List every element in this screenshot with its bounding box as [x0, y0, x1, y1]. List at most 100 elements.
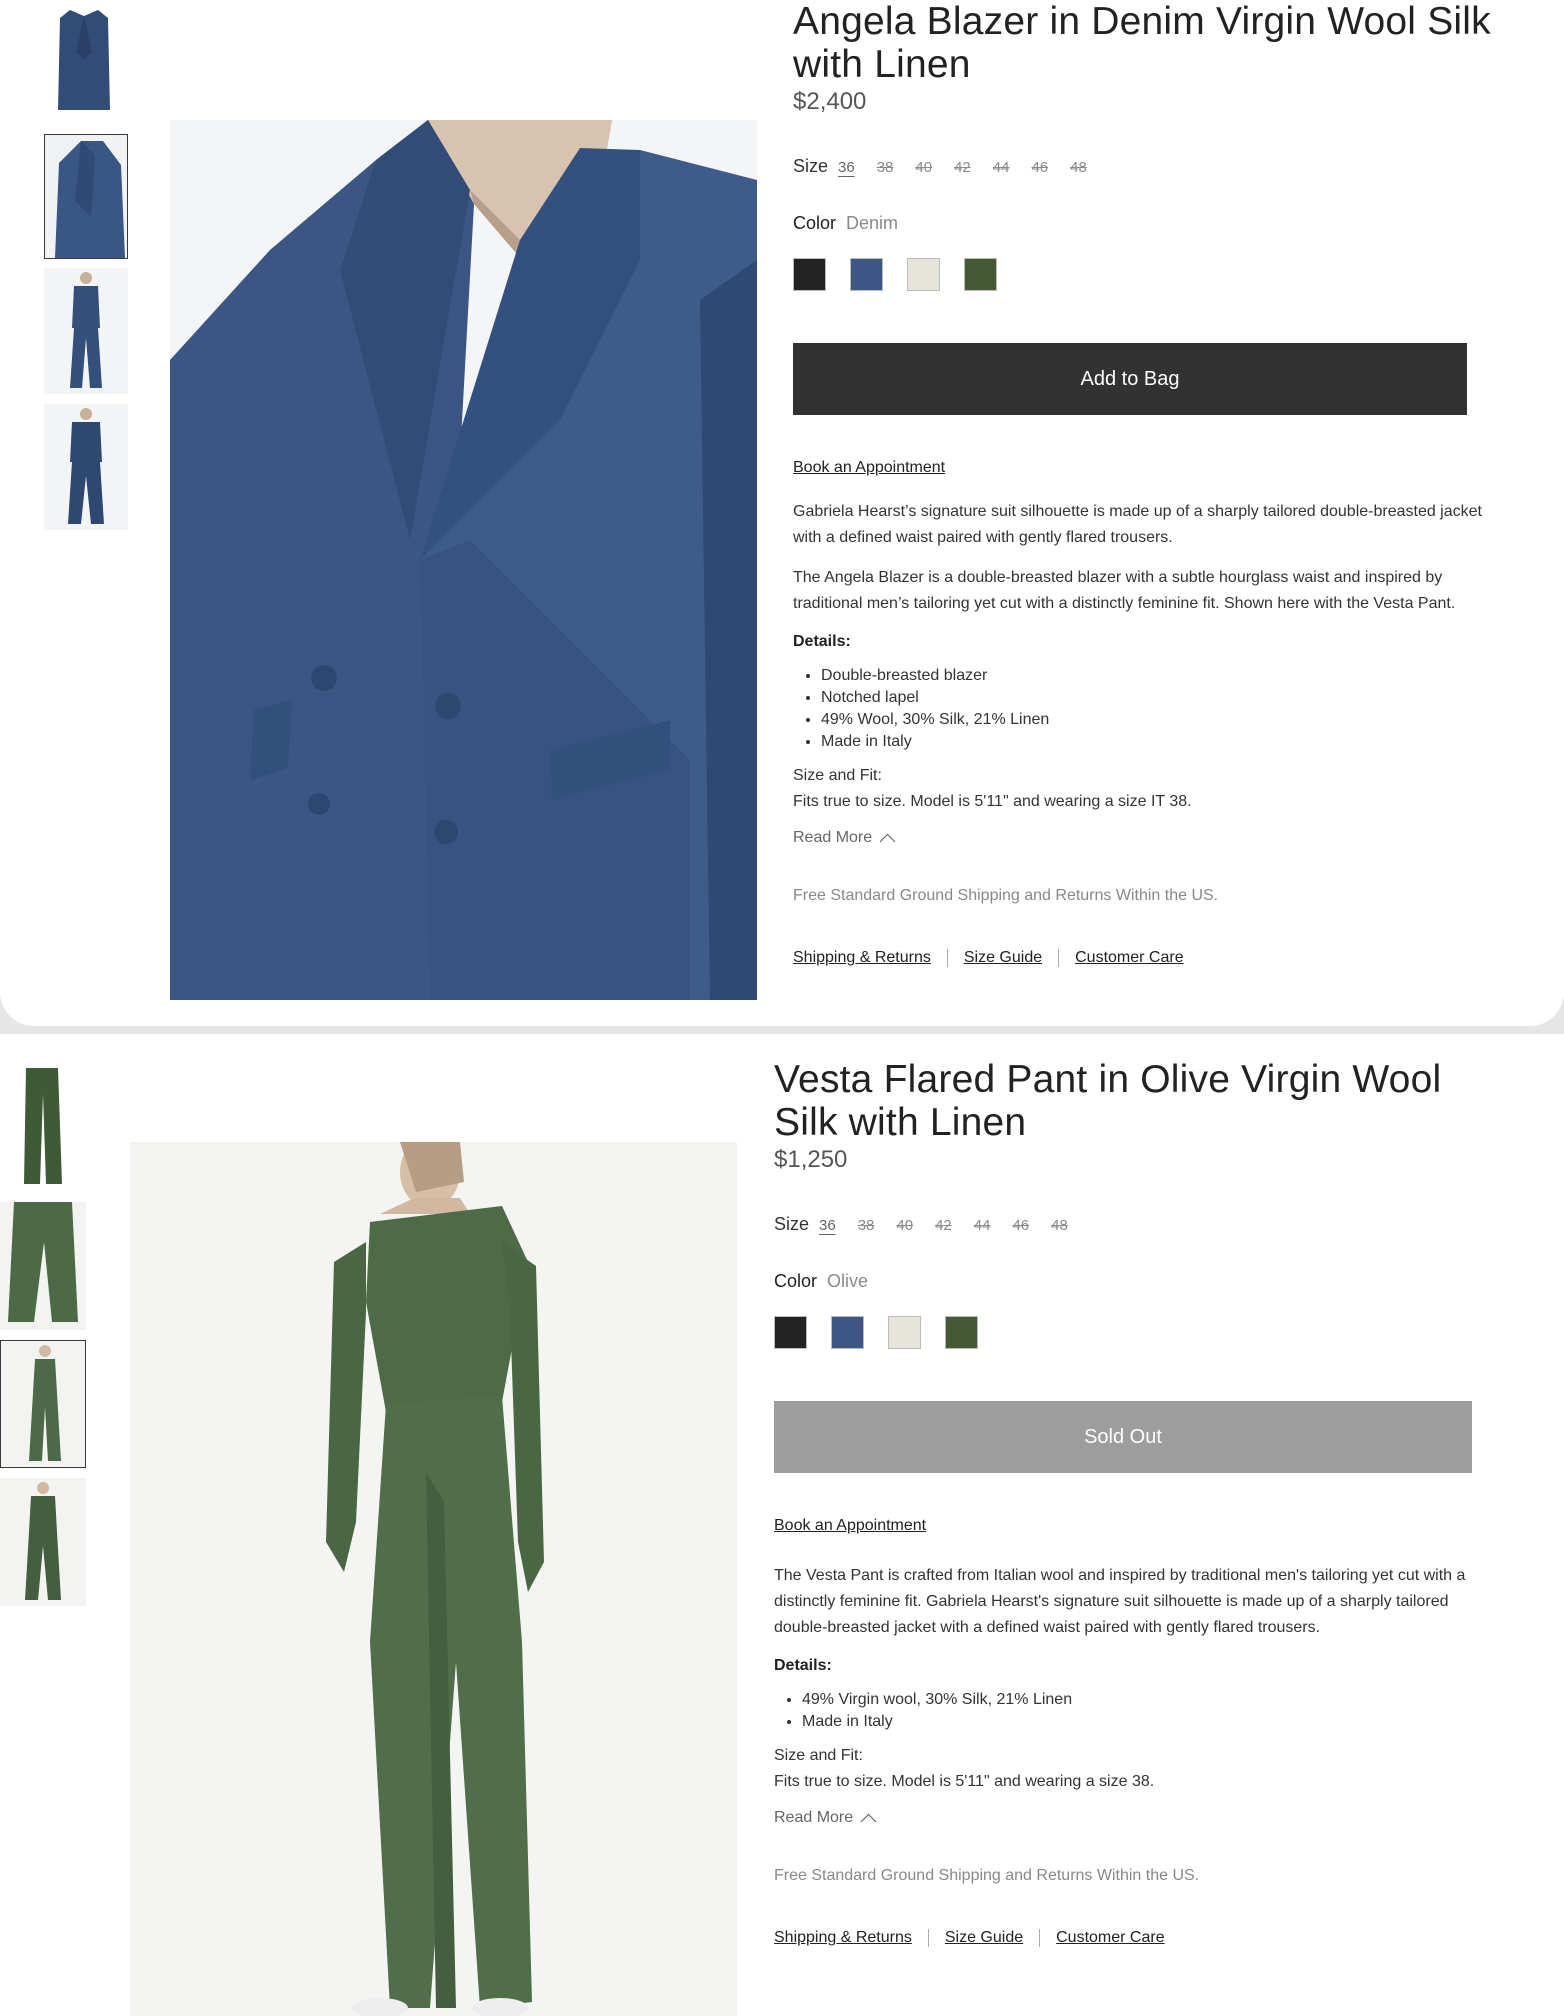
size-option-48[interactable]: 48 — [1070, 159, 1087, 176]
size-guide-link[interactable]: Size Guide — [964, 949, 1042, 967]
product-title: Vesta Flared Pant in Olive Virgin Wool S… — [774, 1058, 1442, 1144]
blazer-flat-thumb-image — [42, 2, 126, 114]
link-separator — [946, 949, 948, 967]
add-to-bag-button[interactable]: Add to Bag — [793, 343, 1467, 415]
customer-care-link[interactable]: Customer Care — [1075, 949, 1183, 967]
size-fit-heading: Size and Fit: — [793, 767, 882, 784]
pant-flat-thumb-image — [0, 1064, 86, 1190]
details-item: 49% Virgin wool, 30% Silk, 21% Linen — [802, 1689, 1474, 1711]
product-title: Angela Blazer in Denim Virgin Wool Silk … — [793, 0, 1491, 86]
swatch-black[interactable] — [793, 258, 826, 291]
details-heading: Details: — [793, 633, 851, 650]
color-row: Color Olive — [774, 1271, 1474, 1292]
size-fit-text: Fits true to size. Model is 5'11" and we… — [793, 793, 1192, 810]
customer-care-link[interactable]: Customer Care — [1056, 1929, 1164, 1947]
swatch-denim[interactable] — [850, 258, 883, 291]
book-appointment-link[interactable]: Book an Appointment — [793, 459, 945, 477]
color-label: Color — [793, 213, 837, 233]
chevron-up-icon — [860, 1813, 877, 1829]
swatch-olive[interactable] — [964, 258, 997, 291]
details-item: Made in Italy — [802, 1711, 1474, 1733]
size-option-38[interactable]: 38 — [858, 1217, 875, 1234]
pant-main-image — [130, 1142, 737, 2016]
details-list: Double-breasted blazer Notched lapel 49%… — [793, 665, 1493, 753]
read-more-toggle[interactable]: Read More — [793, 829, 1493, 849]
size-option-36[interactable]: 36 — [838, 159, 855, 176]
description-paragraph-1: The Vesta Pant is crafted from Italian w… — [774, 1567, 1466, 1636]
size-option-44[interactable]: 44 — [974, 1217, 991, 1234]
swatch-black[interactable] — [774, 1316, 807, 1349]
swatch-ivory[interactable] — [907, 258, 940, 291]
swatch-ivory[interactable] — [888, 1316, 921, 1349]
swatch-olive[interactable] — [945, 1316, 978, 1349]
thumbnail-4[interactable] — [0, 1478, 86, 1606]
description-paragraph-1: Gabriela Hearst’s signature suit silhoue… — [793, 503, 1482, 546]
book-appointment-link[interactable]: Book an Appointment — [774, 1517, 926, 1535]
description-paragraph-2: The Angela Blazer is a double-breasted b… — [793, 569, 1456, 612]
product-price: $1,250 — [774, 1146, 848, 1173]
product-info-blazer: Angela Blazer in Denim Virgin Wool Silk … — [793, 0, 1493, 967]
product-info-pant: Vesta Flared Pant in Olive Virgin Wool S… — [774, 1058, 1474, 1947]
footer-links: Shipping & Returns Size Guide Customer C… — [793, 949, 1493, 967]
product-panel-pant: Vesta Flared Pant in Olive Virgin Wool S… — [0, 1034, 1564, 2016]
color-row: Color Denim — [793, 213, 1493, 234]
details-item: Notched lapel — [821, 687, 1493, 709]
size-label: Size — [793, 156, 829, 176]
read-more-label: Read More — [774, 1809, 854, 1826]
shipping-returns-link[interactable]: Shipping & Returns — [774, 1929, 912, 1947]
size-fit-heading: Size and Fit: — [774, 1747, 863, 1764]
size-option-42[interactable]: 42 — [954, 159, 971, 176]
size-option-40[interactable]: 40 — [896, 1217, 913, 1234]
details-item: 49% Wool, 30% Silk, 21% Linen — [821, 709, 1493, 731]
size-selector: Size 36 38 40 42 44 46 48 — [793, 156, 1493, 177]
details-item: Double-breasted blazer — [821, 665, 1493, 687]
thumbnail-1[interactable] — [42, 2, 126, 114]
color-swatches — [774, 1316, 1474, 1349]
size-option-44[interactable]: 44 — [993, 159, 1010, 176]
pant-legs-thumb-image — [0, 1202, 86, 1330]
size-option-36[interactable]: 36 — [819, 1217, 836, 1234]
shipping-note: Free Standard Ground Shipping and Return… — [774, 1867, 1200, 1884]
thumbnail-3[interactable] — [44, 268, 128, 394]
details-item: Made in Italy — [821, 731, 1493, 753]
read-more-toggle[interactable]: Read More — [774, 1809, 1474, 1829]
blazer-main-image — [170, 120, 757, 1000]
suit-front-thumb-image — [44, 404, 128, 530]
size-option-38[interactable]: 38 — [877, 159, 894, 176]
thumbnail-3[interactable] — [0, 1340, 86, 1468]
size-fit-text: Fits true to size. Model is 5'11" and we… — [774, 1773, 1155, 1790]
footer-links: Shipping & Returns Size Guide Customer C… — [774, 1929, 1474, 1947]
swatch-denim[interactable] — [831, 1316, 864, 1349]
thumbnail-1[interactable] — [0, 1064, 86, 1190]
size-option-42[interactable]: 42 — [935, 1217, 952, 1234]
size-option-46[interactable]: 46 — [1031, 159, 1048, 176]
chevron-up-icon — [879, 833, 896, 849]
link-separator — [927, 1929, 929, 1947]
shipping-note: Free Standard Ground Shipping and Return… — [793, 887, 1219, 904]
size-option-46[interactable]: 46 — [1012, 1217, 1029, 1234]
color-value: Olive — [827, 1271, 869, 1291]
blazer-closeup-thumb-image — [45, 135, 127, 258]
color-value: Denim — [846, 213, 899, 233]
shipping-returns-link[interactable]: Shipping & Returns — [793, 949, 931, 967]
color-swatches — [793, 258, 1493, 291]
size-selector: Size 36 38 40 42 44 46 48 — [774, 1214, 1474, 1235]
thumbnail-4[interactable] — [44, 404, 128, 530]
suit-full-thumb-image — [44, 268, 128, 394]
product-panel-blazer: Angela Blazer in Denim Virgin Wool Silk … — [0, 0, 1564, 1026]
color-label: Color — [774, 1271, 818, 1291]
size-option-40[interactable]: 40 — [915, 159, 932, 176]
size-option-48[interactable]: 48 — [1051, 1217, 1068, 1234]
size-label: Size — [774, 1214, 810, 1234]
read-more-label: Read More — [793, 829, 873, 846]
thumbnail-2[interactable] — [0, 1202, 86, 1330]
outfit-side-thumb-image — [1, 1341, 85, 1467]
size-guide-link[interactable]: Size Guide — [945, 1929, 1023, 1947]
details-heading: Details: — [774, 1657, 832, 1674]
product-price: $2,400 — [793, 88, 867, 115]
link-separator — [1058, 949, 1060, 967]
outfit-front-thumb-image — [0, 1478, 86, 1606]
link-separator — [1039, 1929, 1041, 1947]
thumbnail-2[interactable] — [44, 134, 128, 259]
sold-out-button[interactable]: Sold Out — [774, 1401, 1472, 1473]
